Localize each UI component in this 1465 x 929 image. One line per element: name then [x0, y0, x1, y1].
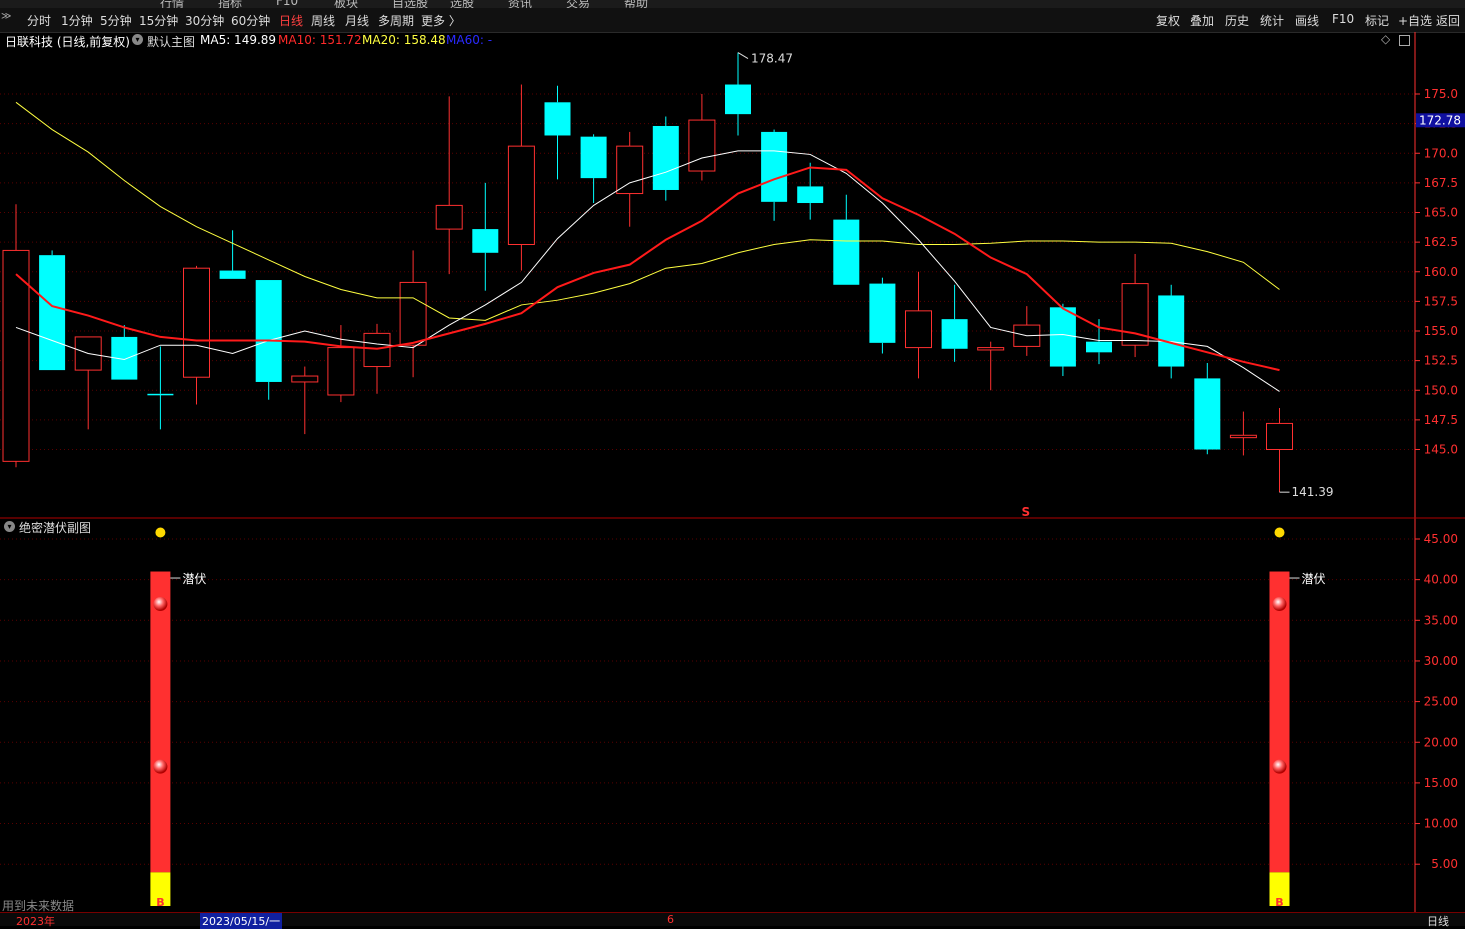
candle-body [1266, 422, 1293, 450]
candle-body [507, 145, 535, 245]
sub-y-tick-label: 20.00 [1424, 735, 1458, 749]
candle-body [472, 229, 499, 253]
sub-y-tick-label: 15.00 [1424, 776, 1458, 790]
sub-y-tick-label: 35.00 [1424, 613, 1458, 627]
candle-body [327, 347, 355, 396]
candle-body [941, 319, 968, 349]
sell-marker: S [1021, 505, 1030, 519]
sub-chart-title[interactable]: 绝密潜伏副图 [19, 519, 91, 536]
subchart-dropdown-icon[interactable]: ▾ [4, 521, 15, 532]
sub-y-tick-label: 5.00 [1431, 857, 1458, 871]
signal-bar [1269, 571, 1290, 873]
y-tick-label: 175.0 [1424, 87, 1458, 101]
low-price-label: 141.39 [1292, 485, 1334, 499]
y-tick-label: 145.0 [1424, 443, 1458, 457]
y-tick-label: 160.0 [1424, 265, 1458, 279]
sub-y-tick-label: 25.00 [1424, 695, 1458, 709]
candle-body [363, 332, 391, 368]
signal-label: 潜伏 [182, 572, 206, 586]
candle-body [39, 255, 66, 371]
current-price-label: 172.78 [1419, 113, 1461, 127]
signal-bar [150, 571, 171, 873]
signal-label: 潜伏 [1302, 572, 1326, 586]
candle-body [1158, 295, 1185, 367]
candle-body [688, 119, 716, 172]
candle-body [544, 102, 571, 136]
signal-dot [1274, 527, 1285, 538]
candle-body [255, 280, 282, 382]
candle-body [869, 283, 896, 343]
signal-ball-icon [153, 759, 168, 774]
candle-body [219, 270, 246, 279]
candle-body [761, 131, 788, 202]
candle-body [1229, 434, 1257, 439]
candle-body [797, 186, 824, 204]
y-tick-label: 152.5 [1424, 354, 1458, 368]
candle-body [905, 310, 932, 349]
candle-body [183, 267, 210, 378]
buy-mark: B [1275, 896, 1283, 909]
candle-body [580, 136, 607, 179]
date-axis-bar: 2023年 2023/05/15/一 6 日线 [0, 912, 1465, 929]
y-tick-label: 147.5 [1424, 413, 1458, 427]
y-tick-label: 155.0 [1424, 324, 1458, 338]
sub-y-tick-label: 10.00 [1424, 817, 1458, 831]
candle-body [977, 347, 1005, 351]
y-tick-label: 165.0 [1424, 206, 1458, 220]
sub-y-tick-label: 40.00 [1424, 573, 1458, 587]
candle-body [147, 393, 174, 396]
year-label: 2023年 [16, 915, 55, 928]
high-pointer [737, 52, 749, 59]
signal-ball-icon [1272, 597, 1287, 612]
y-tick-label: 150.0 [1424, 383, 1458, 397]
signal-ball-icon [153, 597, 168, 612]
candle-body [291, 375, 319, 383]
candle-body [1086, 341, 1112, 353]
month-mark: 6 [667, 913, 674, 926]
sub-y-tick-label: 45.00 [1424, 532, 1458, 546]
candle-body [652, 125, 679, 190]
period-label: 日线 [1427, 915, 1449, 928]
high-price-label: 178.47 [751, 52, 793, 66]
candle-body [435, 204, 463, 230]
buy-mark: B [156, 896, 164, 909]
kline-chart[interactable]: 175.0172.5170.0167.5165.0162.5160.0157.5… [0, 0, 1465, 925]
sub-y-tick-label: 30.00 [1424, 654, 1458, 668]
signal-ball-icon [1272, 759, 1287, 774]
signal-dot [155, 527, 166, 538]
candle-body [833, 219, 860, 285]
candle-body [399, 281, 427, 346]
y-tick-label: 167.5 [1424, 176, 1458, 190]
candle-body [1194, 378, 1221, 450]
y-tick-label: 157.5 [1424, 294, 1458, 308]
y-tick-label: 170.0 [1424, 146, 1458, 160]
candle-body [616, 145, 644, 195]
y-tick-label: 162.5 [1424, 235, 1458, 249]
candle-body [1049, 307, 1076, 367]
date-cursor-label: 2023/05/15/一 [200, 913, 283, 929]
candle-body [725, 84, 751, 115]
